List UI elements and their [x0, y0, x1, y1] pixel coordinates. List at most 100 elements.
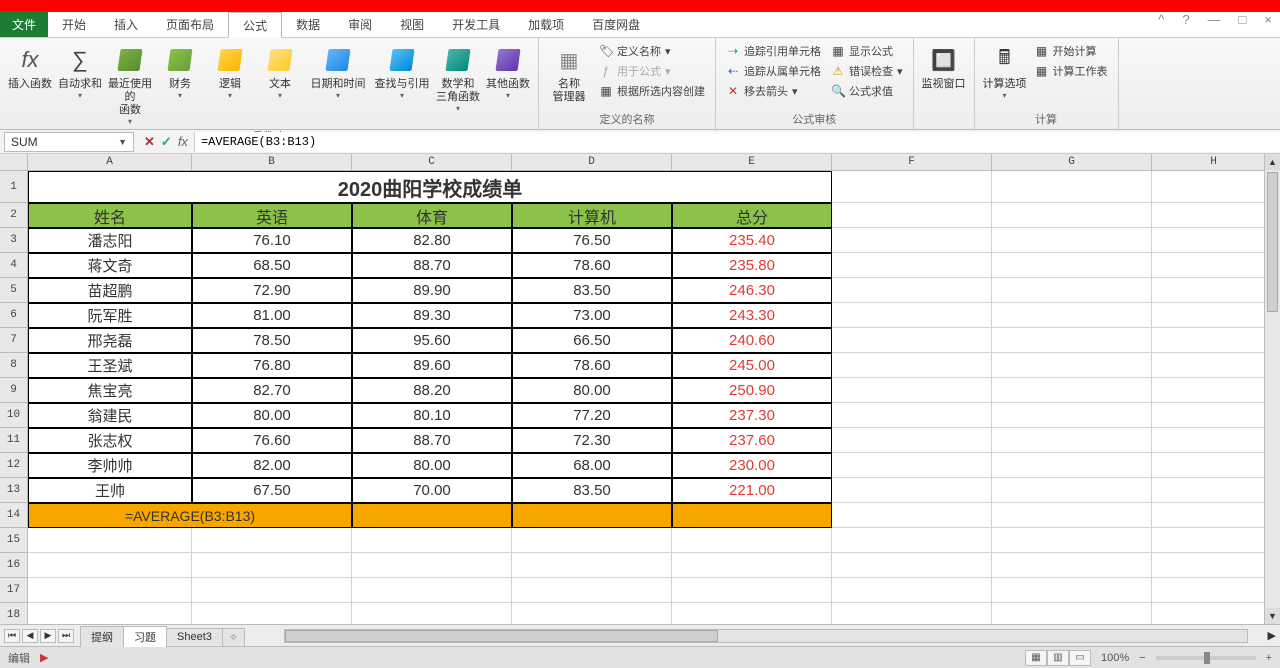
cell[interactable]: [832, 553, 992, 578]
cell[interactable]: [992, 253, 1152, 278]
cell[interactable]: [1152, 578, 1276, 603]
autosum-button[interactable]: ∑ 自动求和▾: [58, 42, 102, 100]
cell[interactable]: [512, 603, 672, 624]
active-cell[interactable]: =AVERAGE(B3:B13): [28, 503, 352, 528]
total-cell[interactable]: 237.60: [672, 428, 832, 453]
num-cell[interactable]: 83.50: [512, 278, 672, 303]
cell[interactable]: [992, 428, 1152, 453]
cell[interactable]: [28, 553, 192, 578]
calc-now-button[interactable]: ▦开始计算: [1033, 42, 1110, 60]
zoom-out-button[interactable]: −: [1139, 652, 1145, 664]
error-check-button[interactable]: ⚠错误检查 ▾: [829, 62, 905, 80]
view-layout-button[interactable]: ▥: [1047, 650, 1069, 666]
cell[interactable]: [1152, 228, 1276, 253]
num-cell[interactable]: 88.70: [352, 253, 512, 278]
insert-function-button[interactable]: fx 插入函数: [8, 42, 52, 91]
cell[interactable]: [352, 553, 512, 578]
num-cell[interactable]: 73.00: [512, 303, 672, 328]
cell[interactable]: [1152, 478, 1276, 503]
header-cell[interactable]: 计算机: [512, 203, 672, 228]
cell[interactable]: [1152, 303, 1276, 328]
num-cell[interactable]: 78.60: [512, 253, 672, 278]
total-cell[interactable]: 243.30: [672, 303, 832, 328]
other-fn-button[interactable]: 其他函数▾: [486, 42, 530, 100]
cell[interactable]: [1152, 503, 1276, 528]
scroll-thumb[interactable]: [1267, 172, 1278, 312]
cell[interactable]: [28, 528, 192, 553]
trace-precedents-button[interactable]: ⇢追踪引用单元格: [724, 42, 823, 60]
cell[interactable]: [992, 578, 1152, 603]
calc-sheet-button[interactable]: ▦计算工作表: [1033, 62, 1110, 80]
help-icon[interactable]: ?: [1182, 12, 1189, 27]
cell[interactable]: [1152, 453, 1276, 478]
define-name-button[interactable]: 🏷定义名称 ▾: [597, 42, 707, 60]
cell[interactable]: [832, 378, 992, 403]
num-cell[interactable]: 82.80: [352, 228, 512, 253]
num-cell[interactable]: 72.90: [192, 278, 352, 303]
use-in-formula-button[interactable]: ƒ用于公式 ▾: [597, 62, 707, 80]
col-head-A[interactable]: A: [28, 154, 192, 171]
name-cell[interactable]: 邢尧磊: [28, 328, 192, 353]
remove-arrows-button[interactable]: ✕移去箭头 ▾: [724, 82, 823, 100]
cell[interactable]: [1152, 403, 1276, 428]
col-head-H[interactable]: H: [1152, 154, 1276, 171]
col-head-F[interactable]: F: [832, 154, 992, 171]
num-cell[interactable]: 67.50: [192, 478, 352, 503]
cell[interactable]: [992, 403, 1152, 428]
cell[interactable]: [1152, 278, 1276, 303]
cell[interactable]: [992, 603, 1152, 624]
cell[interactable]: [992, 228, 1152, 253]
col-head-C[interactable]: C: [352, 154, 512, 171]
cell[interactable]: [832, 353, 992, 378]
row-head[interactable]: 6: [0, 303, 28, 328]
num-cell[interactable]: 88.20: [352, 378, 512, 403]
tab-file[interactable]: 文件: [0, 11, 48, 37]
show-formula-button[interactable]: ▦显示公式: [829, 42, 905, 60]
new-sheet-button[interactable]: ✧: [222, 628, 245, 646]
col-head-E[interactable]: E: [672, 154, 832, 171]
num-cell[interactable]: 89.90: [352, 278, 512, 303]
sheet-tab-2[interactable]: 习题: [123, 626, 167, 647]
cell[interactable]: [832, 603, 992, 624]
num-cell[interactable]: 88.70: [352, 428, 512, 453]
avg-cell[interactable]: [672, 503, 832, 528]
header-cell[interactable]: 体育: [352, 203, 512, 228]
cell[interactable]: [992, 503, 1152, 528]
row-head[interactable]: 9: [0, 378, 28, 403]
num-cell[interactable]: 83.50: [512, 478, 672, 503]
cell[interactable]: [192, 553, 352, 578]
fx-icon[interactable]: fx: [178, 134, 188, 149]
num-cell[interactable]: 80.10: [352, 403, 512, 428]
cell[interactable]: [1152, 353, 1276, 378]
row-head[interactable]: 11: [0, 428, 28, 453]
cell[interactable]: [992, 378, 1152, 403]
view-break-button[interactable]: ▭: [1069, 650, 1091, 666]
cell[interactable]: [1152, 171, 1276, 203]
num-cell[interactable]: 68.00: [512, 453, 672, 478]
row-head[interactable]: 4: [0, 253, 28, 278]
row-head[interactable]: 17: [0, 578, 28, 603]
evaluate-formula-button[interactable]: 🔍公式求值: [829, 82, 905, 100]
num-cell[interactable]: 80.00: [512, 378, 672, 403]
cell[interactable]: [832, 528, 992, 553]
cell[interactable]: [352, 603, 512, 624]
view-normal-button[interactable]: ▦: [1025, 650, 1047, 666]
accept-formula-button[interactable]: ✓: [161, 134, 172, 150]
num-cell[interactable]: 82.70: [192, 378, 352, 403]
cell[interactable]: [992, 328, 1152, 353]
calc-options-button[interactable]: 🖩 计算选项▾: [983, 42, 1027, 100]
num-cell[interactable]: 70.00: [352, 478, 512, 503]
cell[interactable]: [1152, 328, 1276, 353]
ribbon-toggle-icon[interactable]: ^: [1158, 12, 1164, 27]
num-cell[interactable]: 76.60: [192, 428, 352, 453]
row-head[interactable]: 3: [0, 228, 28, 253]
num-cell[interactable]: 77.20: [512, 403, 672, 428]
cell[interactable]: [992, 553, 1152, 578]
tab-review[interactable]: 审阅: [334, 11, 386, 37]
name-cell[interactable]: 潘志阳: [28, 228, 192, 253]
minimize-button[interactable]: —: [1208, 12, 1221, 27]
num-cell[interactable]: 76.10: [192, 228, 352, 253]
cell[interactable]: [992, 278, 1152, 303]
tab-home[interactable]: 开始: [48, 11, 100, 37]
row-head[interactable]: 8: [0, 353, 28, 378]
